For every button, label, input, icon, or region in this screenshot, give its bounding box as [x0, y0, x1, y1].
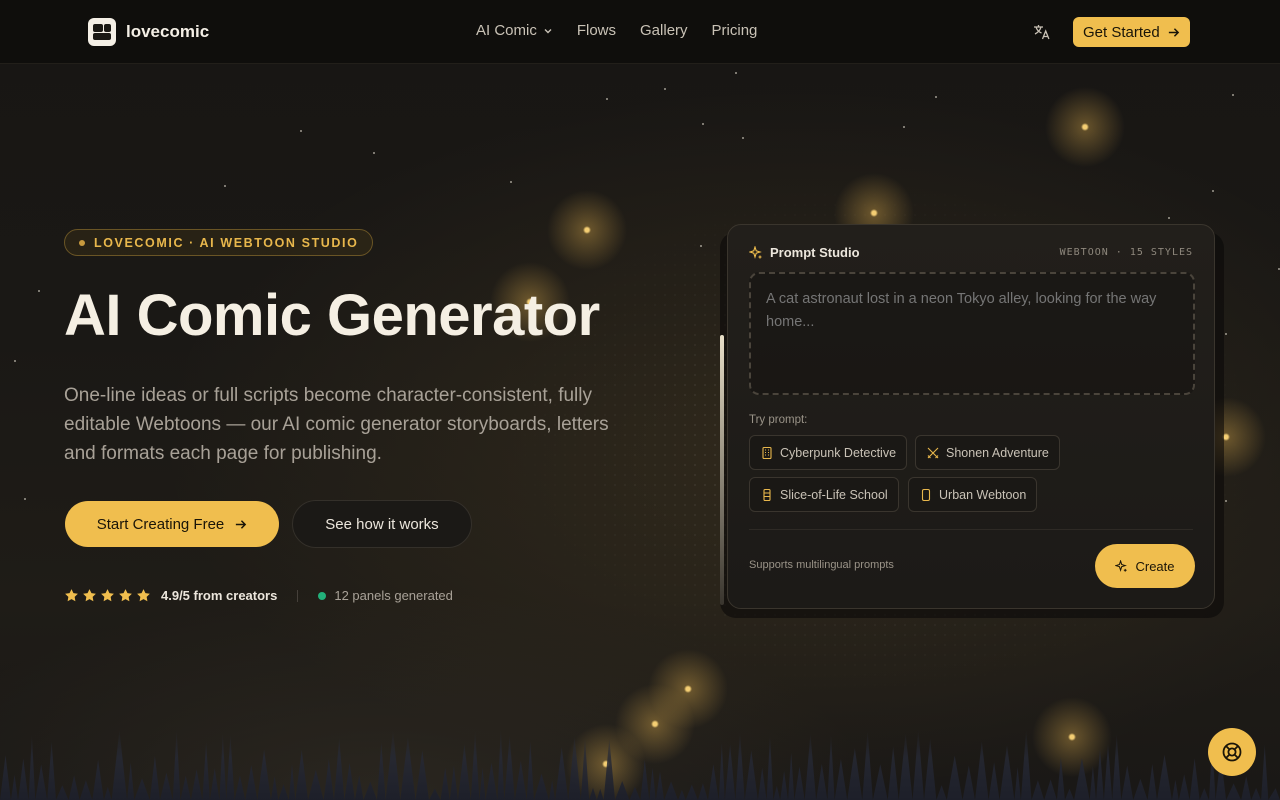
star-dot — [664, 88, 666, 90]
panels-generated-text: 12 panels generated — [334, 588, 453, 603]
menu-item-flows[interactable]: Flows — [577, 22, 616, 39]
school-icon — [763, 488, 771, 501]
star-dot — [1225, 333, 1227, 335]
chip-label: Cyberpunk Detective — [780, 445, 897, 460]
star-dot — [300, 130, 302, 132]
star-icon — [65, 589, 78, 602]
star-dot — [1168, 217, 1170, 219]
multilingual-support-text: Supports multilingual prompts — [749, 559, 894, 571]
arrow-right-icon — [1168, 27, 1179, 37]
building-icon — [762, 446, 772, 459]
prompt-studio-card: Prompt Studio WEBTOON · 15 STYLES Try pr… — [727, 224, 1215, 609]
badge-text: LOVECOMIC · AI WEBTOON STUDIO — [94, 235, 359, 250]
star-dot — [373, 152, 375, 154]
prompt-chip-shonen-adventure[interactable]: Shonen Adventure — [915, 435, 1060, 470]
menu-item-label: Gallery — [640, 22, 688, 39]
star-dot — [1212, 190, 1214, 192]
create-label: Create — [1135, 558, 1175, 574]
swords-icon — [927, 447, 939, 458]
star-dot — [38, 290, 40, 292]
star-dot — [510, 181, 512, 183]
star-dot — [14, 360, 16, 362]
star-dot — [702, 123, 704, 125]
star-dot — [24, 498, 26, 500]
divider — [297, 589, 299, 602]
card-meta: WEBTOON · 15 STYLES — [1059, 247, 1193, 258]
brand-name: lovecomic — [126, 22, 210, 41]
hero-description: One-line ideas or full scripts become ch… — [64, 385, 609, 464]
star-dot — [1225, 500, 1227, 502]
hero-badge: LOVECOMIC · AI WEBTOON STUDIO — [64, 229, 374, 256]
menu-item-label: AI Comic — [476, 22, 537, 39]
menu-item-gallery[interactable]: Gallery — [640, 22, 688, 39]
menu-item-pricing[interactable]: Pricing — [712, 22, 758, 39]
get-started-label: Get Started — [1083, 23, 1160, 41]
card-header: Prompt Studio WEBTOON · 15 STYLES — [749, 245, 1193, 260]
menu-item-label: Flows — [576, 22, 617, 39]
start-creating-button[interactable]: Start Creating Free — [65, 501, 279, 547]
card-divider — [749, 529, 1193, 530]
prompt-chip-urban-webtoon[interactable]: Urban Webtoon — [908, 477, 1038, 512]
help-button[interactable] — [1208, 728, 1256, 776]
star-dot — [935, 96, 937, 98]
firefly-glow — [1045, 87, 1125, 167]
card-title: Prompt Studio — [749, 245, 860, 260]
chevron-down-icon — [544, 28, 552, 33]
page-title: AI Comic Generator — [64, 283, 600, 348]
star-dot — [735, 72, 737, 74]
star-dot — [700, 245, 702, 247]
main-menu: AI Comic Flows Gallery Pricing — [476, 22, 757, 39]
see-how-it-works-button[interactable]: See how it works — [292, 500, 472, 548]
chip-label: Slice-of-Life School — [780, 487, 888, 502]
chip-label: Shonen Adventure — [946, 445, 1049, 460]
star-icon — [83, 589, 96, 602]
chip-label: Urban Webtoon — [939, 487, 1027, 502]
menu-item-label: Pricing — [711, 22, 758, 39]
top-nav: lovecomic AI Comic Flows Gallery Pricing… — [0, 0, 1280, 64]
firefly-glow — [547, 190, 627, 270]
sparkles-icon — [1115, 559, 1128, 572]
prompt-chip-cyberpunk-detective[interactable]: Cyberpunk Detective — [749, 435, 908, 470]
star-dot — [742, 137, 744, 139]
star-dot — [1232, 94, 1234, 96]
card-title-text: Prompt Studio — [770, 245, 860, 260]
get-started-button[interactable]: Get Started — [1073, 17, 1190, 47]
prompt-input[interactable] — [749, 272, 1195, 395]
star-dot — [224, 185, 226, 187]
sparkles-icon — [749, 245, 762, 259]
badge-dot — [79, 239, 85, 246]
phone-icon — [921, 488, 931, 501]
social-proof: 4.9/5 from creators 12 panels generated — [64, 588, 453, 603]
create-button[interactable]: Create — [1095, 544, 1195, 588]
live-status-dot — [318, 591, 327, 600]
translate-icon[interactable] — [1032, 22, 1052, 42]
star-icon — [137, 589, 150, 602]
lifebuoy-icon — [1222, 742, 1242, 762]
rating-text: 4.9/5 from creators — [161, 588, 278, 603]
logo-icon — [88, 18, 116, 46]
card-edge-highlight — [720, 335, 724, 605]
menu-item-ai-comic[interactable]: AI Comic — [476, 22, 553, 39]
star-icon — [119, 589, 132, 602]
arrow-right-icon — [236, 519, 247, 529]
try-prompt-label: Try prompt: — [749, 414, 808, 426]
brand-logo[interactable]: lovecomic — [88, 18, 209, 46]
star-dot — [606, 98, 608, 100]
prompt-chip-slice-of-life-school[interactable]: Slice-of-Life School — [749, 477, 899, 512]
star-icon — [101, 589, 114, 602]
star-dot — [903, 126, 905, 128]
start-creating-label: Start Creating Free — [96, 515, 225, 533]
grass-silhouette — [0, 728, 1280, 800]
rating-stars — [64, 588, 151, 603]
